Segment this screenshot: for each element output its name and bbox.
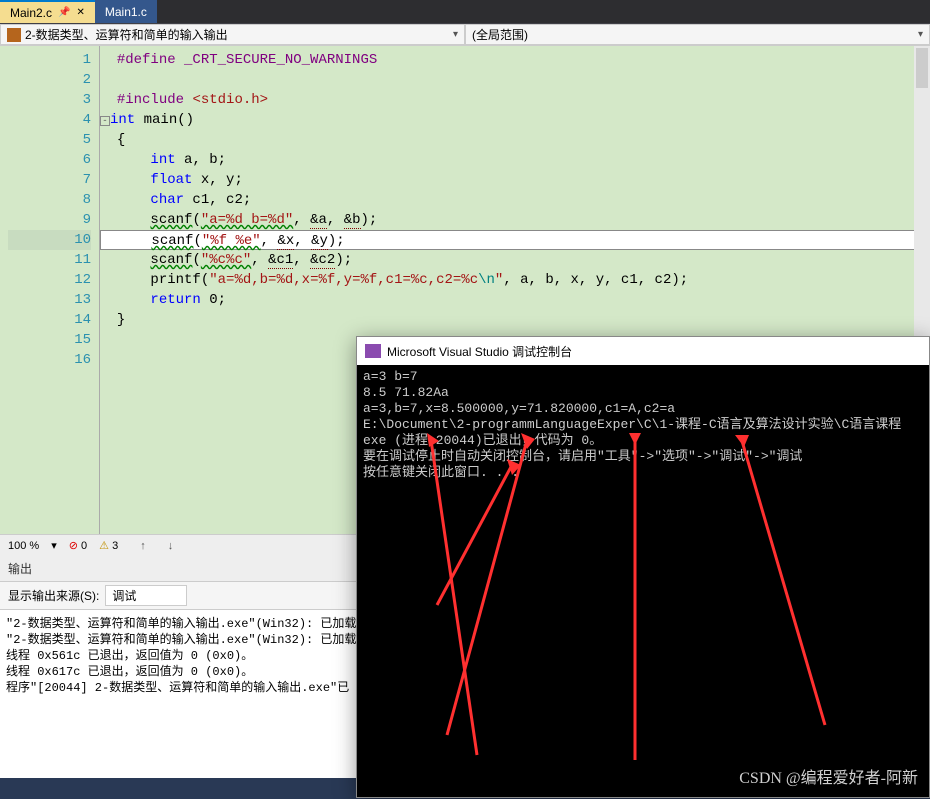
- watermark: CSDN @编程爱好者-阿新: [739, 764, 918, 788]
- debug-console-window[interactable]: Microsoft Visual Studio 调试控制台 a=3 b=7 8.…: [356, 336, 930, 798]
- scope-file-name: 2-数据类型、运算符和简单的输入输出: [25, 26, 228, 43]
- nav-down-icon[interactable]: ↓: [168, 540, 174, 552]
- nav-up-icon[interactable]: ↑: [140, 540, 146, 552]
- scope-name: (全局范围): [472, 26, 528, 43]
- output-source-select[interactable]: 调试: [105, 585, 187, 606]
- line-gutter: 1 2 3 4 5 6 7 8 9 10 11 12 13 14 15 16: [0, 46, 100, 534]
- tab-main1[interactable]: Main1.c: [95, 0, 157, 23]
- output-source-label: 显示输出来源(S):: [8, 587, 99, 604]
- console-titlebar[interactable]: Microsoft Visual Studio 调试控制台: [357, 337, 929, 365]
- pin-icon[interactable]: 📌: [58, 7, 70, 18]
- chevron-down-icon[interactable]: ▾: [51, 539, 57, 552]
- tab-label: Main1.c: [105, 5, 147, 19]
- annotation-arrow: [357, 365, 930, 799]
- tab-label: Main2.c: [10, 6, 52, 20]
- file-icon: [7, 28, 21, 42]
- fold-icon[interactable]: -: [100, 116, 110, 126]
- chevron-down-icon[interactable]: ▾: [453, 29, 458, 40]
- console-body[interactable]: a=3 b=7 8.5 71.82Aa a=3,b=7,x=8.500000,y…: [357, 365, 929, 797]
- close-icon[interactable]: ✕: [76, 7, 84, 18]
- console-title-text: Microsoft Visual Studio 调试控制台: [387, 343, 572, 360]
- error-icon[interactable]: ⊘: [69, 540, 78, 552]
- vs-icon: [365, 344, 381, 358]
- file-tabs: Main2.c 📌 ✕ Main1.c: [0, 0, 930, 24]
- scope-right[interactable]: (全局范围) ▾: [465, 24, 930, 45]
- zoom-level[interactable]: 100 %: [8, 540, 39, 552]
- tab-main2[interactable]: Main2.c 📌 ✕: [0, 0, 95, 23]
- warning-icon[interactable]: ⚠: [99, 540, 109, 552]
- scope-left[interactable]: 2-数据类型、运算符和简单的输入输出 ▾: [0, 24, 465, 45]
- scope-toolbar: 2-数据类型、运算符和简单的输入输出 ▾ (全局范围) ▾: [0, 24, 930, 46]
- chevron-down-icon[interactable]: ▾: [918, 29, 923, 40]
